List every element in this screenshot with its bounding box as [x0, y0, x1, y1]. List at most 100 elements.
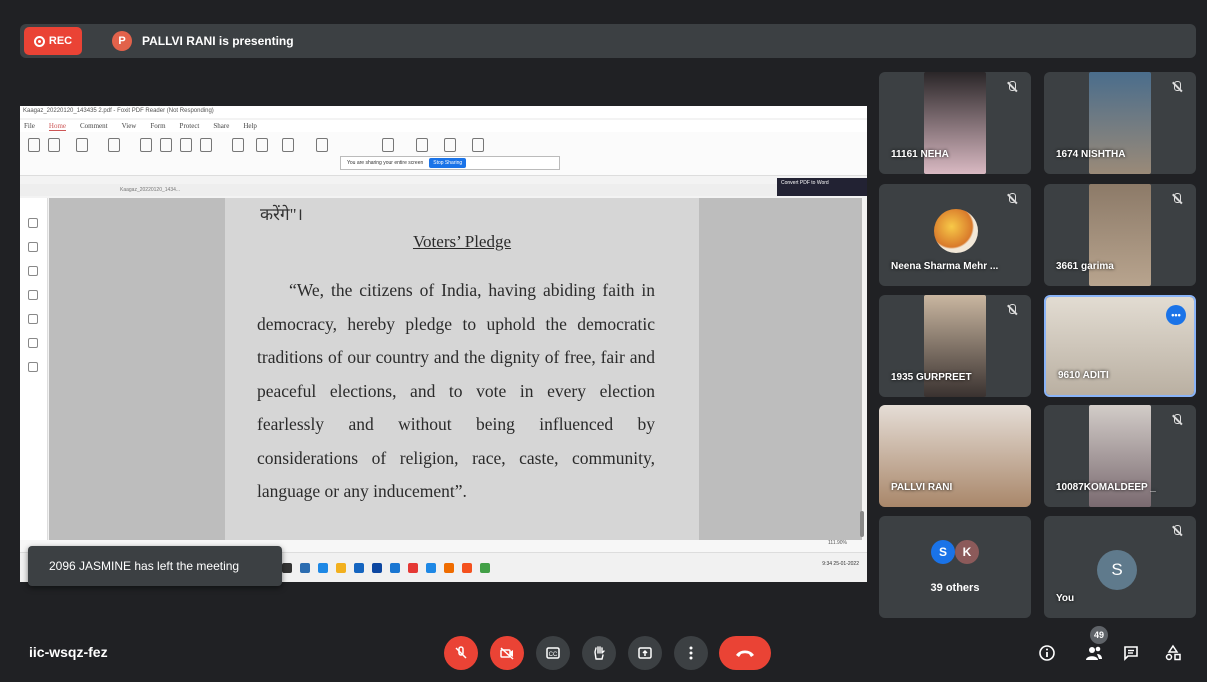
self-label: You	[1056, 593, 1075, 604]
layers-panel-icon	[28, 290, 38, 300]
highlight-icon	[256, 138, 268, 152]
chat-icon	[1124, 646, 1138, 661]
recording-label: REC	[48, 35, 73, 47]
menu-item: Form	[150, 122, 166, 130]
participant-name: 9610 ADITI	[1058, 370, 1109, 381]
people-button[interactable]	[1082, 641, 1106, 665]
participant-name: 1935 GURPREET	[891, 372, 972, 383]
others-tile[interactable]: S K 39 others	[879, 516, 1031, 618]
menu-item: Help	[243, 122, 257, 130]
pdf-menu-bar: File Home Comment View Form Protect Shar…	[20, 120, 867, 132]
system-tray: 9:34 25-01-2022	[822, 561, 859, 567]
participant-avatar: K	[955, 540, 979, 564]
attachment-panel-icon	[28, 314, 38, 324]
pdf-page: करेंगे"। Voters’ Pledge “We, the citizen…	[225, 198, 699, 542]
participant-tile-active[interactable]: ••• 9610 ADITI	[1044, 295, 1196, 397]
participant-avatar: S	[931, 540, 955, 564]
shared-screen: Kaagaz_20220120_143435 2.pdf - Foxit PDF…	[20, 106, 867, 582]
typewriter-icon	[232, 138, 244, 152]
mic-off-icon	[1170, 413, 1184, 427]
meeting-details-button[interactable]	[1035, 641, 1059, 665]
self-tile[interactable]: S You	[1044, 516, 1196, 618]
pdf-canvas-margin-left	[49, 198, 225, 542]
app-icon	[462, 563, 472, 573]
mail-icon	[372, 563, 382, 573]
raise-hand-button[interactable]	[582, 636, 616, 670]
participant-tile[interactable]: 1674 NISHTHA	[1044, 72, 1196, 174]
snapshot-icon	[76, 138, 88, 152]
zoom-level: 111.90%	[828, 540, 847, 546]
more-options-button[interactable]	[674, 636, 708, 670]
menu-item: Protect	[179, 122, 200, 130]
mic-off-icon	[1005, 192, 1019, 206]
participant-tile[interactable]: 3661 garima	[1044, 184, 1196, 286]
participant-tile[interactable]: Neena Sharma Mehr ...	[879, 184, 1031, 286]
menu-item: Share	[213, 122, 230, 130]
stop-sharing-button[interactable]: Stop Sharing	[429, 158, 467, 168]
participant-tile[interactable]: 1935 GURPREET	[879, 295, 1031, 397]
edge-icon	[390, 563, 400, 573]
leave-call-button[interactable]	[719, 636, 771, 670]
chat-button[interactable]	[1119, 641, 1143, 665]
mic-off-icon	[1170, 192, 1184, 206]
self-avatar: S	[1097, 550, 1137, 590]
search-icon	[282, 563, 292, 573]
share-notice-text: You are sharing your entire screen	[347, 160, 424, 166]
others-count: 39 others	[930, 582, 980, 594]
page-fit-icon	[160, 138, 172, 152]
mic-off-icon	[1170, 80, 1184, 94]
participant-name: PALLVI RANI	[891, 482, 953, 493]
meeting-code: iic-wsqz-fez	[29, 644, 108, 660]
presenting-text: PALLVI RANI is presenting	[142, 34, 294, 48]
widgets-icon	[318, 563, 328, 573]
pdf-canvas-margin-right	[699, 198, 862, 542]
pages-panel-icon	[28, 242, 38, 252]
captions-button[interactable]: CC	[536, 636, 570, 670]
microphone-toggle-button[interactable]	[444, 636, 478, 670]
app-icon	[426, 563, 436, 573]
activities-button[interactable]	[1161, 641, 1185, 665]
participant-avatar	[934, 209, 978, 253]
more-vert-icon	[689, 646, 693, 660]
presentation-banner: REC P PALLVI RANI is presenting	[20, 24, 1196, 58]
mic-off-icon	[1170, 524, 1184, 538]
participant-tile[interactable]: 11161 NEHA	[879, 72, 1031, 174]
camera-off-icon	[500, 647, 514, 660]
tray-date: 25-01-2022	[833, 561, 859, 567]
menu-item: View	[121, 122, 137, 130]
recording-badge[interactable]: REC	[24, 27, 82, 55]
participant-name: 1674 NISHTHA	[1056, 149, 1126, 160]
comments-panel-icon	[28, 266, 38, 276]
participant-count-badge: 49	[1090, 626, 1108, 644]
reflow-icon	[180, 138, 192, 152]
bookmark-icon	[316, 138, 328, 152]
pdf-scrollbar	[860, 511, 864, 537]
camera-toggle-button[interactable]	[490, 636, 524, 670]
screen-share-notice: You are sharing your entire screen Stop …	[340, 156, 560, 170]
captions-icon: CC	[546, 647, 560, 659]
pdf-tab: Kaagaz_20220120_1434...	[120, 187, 181, 193]
pdf-left-rail	[20, 198, 48, 582]
participant-tile[interactable]: PALLVI RANI	[879, 405, 1031, 507]
present-now-button[interactable]	[628, 636, 662, 670]
people-icon	[1086, 646, 1102, 660]
zoom-icon	[140, 138, 152, 152]
sign-icon	[472, 138, 484, 152]
speaking-indicator-icon: •••	[1166, 305, 1186, 325]
mic-off-icon	[455, 646, 467, 659]
participant-tile[interactable]: 10087KOMALDEEP _	[1044, 405, 1196, 507]
rotate-icon	[200, 138, 212, 152]
foxit-icon	[444, 563, 454, 573]
participant-name: Neena Sharma Mehr ...	[891, 261, 999, 272]
convert-pdf-panel: Convert PDF to Word	[777, 178, 867, 196]
left-meeting-toast: 2096 JASMINE has left the meeting	[28, 546, 282, 586]
menu-item: Home	[48, 121, 66, 131]
file-explorer-icon	[336, 563, 346, 573]
pdf-tab-bar: Kaagaz_20220120_1434...	[20, 184, 867, 196]
create-icon	[382, 138, 394, 152]
clipboard-icon	[108, 138, 120, 152]
record-icon	[33, 35, 45, 47]
participant-name: 11161 NEHA	[891, 149, 949, 160]
tray-clock: 9:34	[822, 561, 833, 567]
chrome-icon	[408, 563, 418, 573]
